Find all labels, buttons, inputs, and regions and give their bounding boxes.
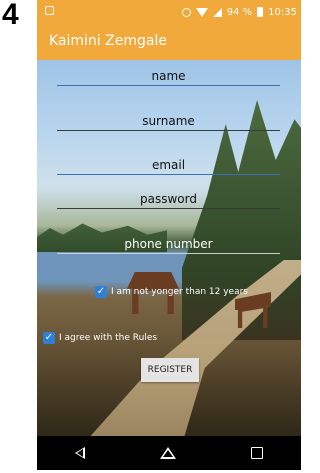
status-indicators: 94 % 10:35 bbox=[181, 0, 297, 24]
rules-checkbox[interactable]: ✓ bbox=[43, 332, 55, 344]
name-field[interactable]: name bbox=[57, 67, 280, 86]
phone-screen: 94 % 10:35 Kaimini Zemgale name surname … bbox=[37, 0, 301, 470]
surname-field[interactable]: surname bbox=[57, 112, 280, 131]
rules-checkbox-label: I agree with the Rules bbox=[59, 333, 158, 343]
status-bar: 94 % 10:35 bbox=[37, 0, 301, 24]
age-checkbox-label: I am not yonger than 12 years bbox=[111, 287, 248, 297]
register-button[interactable]: REGISTER bbox=[141, 358, 199, 382]
alarm-icon bbox=[181, 7, 191, 17]
signal-icon bbox=[212, 7, 222, 17]
app-title: Kaimini Zemgale bbox=[49, 33, 167, 49]
step-number: 4 bbox=[2, 0, 19, 31]
clock: 10:35 bbox=[268, 6, 297, 18]
wifi-icon bbox=[195, 7, 208, 17]
age-checkbox-row[interactable]: ✓ I am not yonger than 12 years bbox=[95, 286, 248, 298]
navigation-bar bbox=[37, 436, 301, 470]
notification-icon bbox=[45, 6, 54, 15]
phone-number-field[interactable]: phone number bbox=[57, 235, 280, 254]
rules-checkbox-row[interactable]: ✓ I agree with the Rules bbox=[43, 332, 157, 344]
recent-apps-icon[interactable] bbox=[251, 447, 264, 459]
age-checkbox[interactable]: ✓ bbox=[95, 286, 107, 298]
password-field[interactable]: password bbox=[57, 190, 280, 209]
registration-screen: name surname email password phone number… bbox=[37, 60, 301, 436]
background-lake bbox=[37, 252, 207, 282]
app-bar: Kaimini Zemgale bbox=[37, 24, 301, 60]
battery-percent: 94 % bbox=[226, 6, 253, 18]
home-icon[interactable] bbox=[159, 447, 176, 459]
back-icon[interactable] bbox=[74, 447, 85, 459]
email-field[interactable]: email bbox=[57, 156, 280, 175]
battery-icon bbox=[257, 7, 264, 17]
